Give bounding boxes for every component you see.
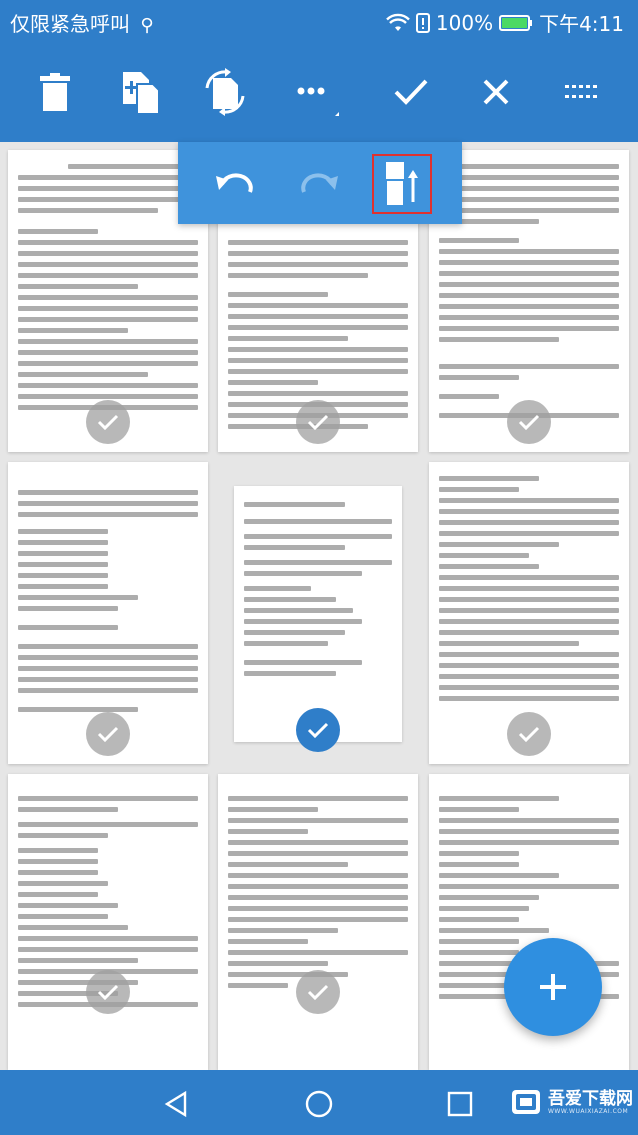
undo-icon <box>216 173 253 193</box>
edit-popup <box>178 142 462 224</box>
status-right: 100% 下午4:11 <box>386 8 624 37</box>
home-button[interactable] <box>299 1084 339 1124</box>
watermark-subtitle: WWW.WUAIXIAZAI.COM <box>548 1107 629 1115</box>
select-checkbox[interactable] <box>86 712 130 756</box>
status-bar: 仅限紧急呼叫 ⚲ 100% 下午4:11 <box>0 0 638 42</box>
toolbar <box>0 42 638 142</box>
carrier-label: 仅限紧急呼叫 <box>10 12 130 36</box>
check-icon <box>518 726 540 742</box>
recents-icon <box>447 1091 473 1117</box>
check-icon <box>307 984 329 1000</box>
redo-icon <box>301 173 338 193</box>
select-checkbox[interactable] <box>296 970 340 1014</box>
reverse-order-icon <box>385 162 418 207</box>
check-icon <box>518 414 540 430</box>
watermark-logo-icon <box>512 1090 540 1114</box>
select-checkbox[interactable] <box>86 400 130 444</box>
more-button[interactable] <box>283 64 339 120</box>
home-icon <box>305 1090 333 1118</box>
trash-icon <box>40 73 70 111</box>
add-page-button[interactable] <box>504 938 602 1036</box>
status-time: 下午4:11 <box>539 12 624 36</box>
plus-icon <box>540 974 566 1000</box>
check-icon <box>97 984 119 1000</box>
redo-button[interactable] <box>290 154 350 214</box>
reverse-order-button[interactable] <box>372 154 432 214</box>
rotate-button[interactable] <box>197 64 253 120</box>
check-icon <box>394 79 428 105</box>
page-thumbnail[interactable] <box>429 462 629 764</box>
site-watermark: 吾爱下载网 WWW.WUAIXIAZAI.COM <box>510 1080 634 1124</box>
battery-icon <box>499 14 533 31</box>
carrier-text: 仅限紧急呼叫 ⚲ <box>10 8 154 37</box>
page-thumbnail[interactable] <box>218 774 418 1070</box>
select-checkbox[interactable] <box>296 400 340 444</box>
back-button[interactable] <box>156 1084 196 1124</box>
recents-button[interactable] <box>440 1084 480 1124</box>
more-icon <box>297 87 339 116</box>
check-icon <box>97 726 119 742</box>
watermark-title: 吾爱下载网 <box>548 1088 633 1109</box>
grid-icon <box>565 85 597 98</box>
page-thumbnail-selected[interactable] <box>234 486 402 742</box>
check-icon <box>97 414 119 430</box>
back-icon <box>164 1090 187 1118</box>
rotate-icon <box>205 68 245 116</box>
close-icon <box>483 79 509 105</box>
delete-button[interactable] <box>27 64 83 120</box>
check-icon <box>307 722 329 738</box>
page-grid <box>0 142 638 1070</box>
confirm-button[interactable] <box>383 64 439 120</box>
grid-view-button[interactable] <box>554 64 610 120</box>
battery-percent: 100% <box>435 10 494 35</box>
cancel-button[interactable] <box>468 64 524 120</box>
check-icon <box>307 414 329 430</box>
wifi-icon <box>386 13 410 31</box>
copy-pages-icon <box>123 72 160 114</box>
alert-icon <box>415 12 430 33</box>
usb-icon: ⚲ <box>140 15 154 36</box>
page-thumbnail[interactable] <box>8 462 208 764</box>
copy-pages-button[interactable] <box>112 64 168 120</box>
page-thumbnail[interactable] <box>8 774 208 1070</box>
select-checkbox[interactable] <box>507 712 551 756</box>
select-checkbox-selected[interactable] <box>296 708 340 752</box>
select-checkbox[interactable] <box>507 400 551 444</box>
select-checkbox[interactable] <box>86 970 130 1014</box>
undo-button[interactable] <box>204 154 264 214</box>
